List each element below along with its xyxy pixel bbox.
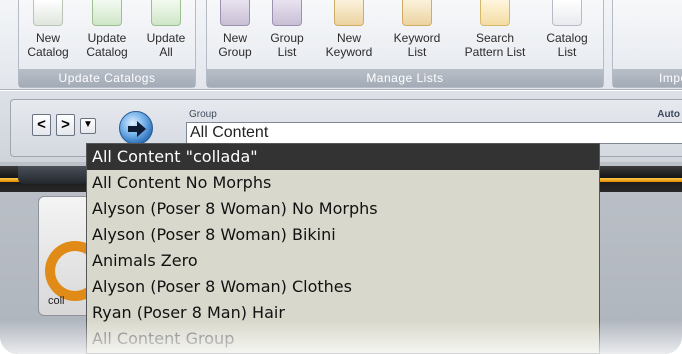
search-pattern-list-button[interactable]: Search Pattern List [453,0,537,70]
keyword-list-button[interactable]: Keyword List [385,0,449,70]
catalog-list-line2: List [557,45,577,59]
chevron-down-icon: ▼ [83,119,93,130]
dropdown-toggle-button[interactable]: ▼ [80,118,96,134]
list-item[interactable]: Animals Zero [87,248,599,274]
manage-lists-label: Manage Lists [207,69,603,87]
import-group-label: Impo [613,69,682,87]
new-catalog-icon [33,0,63,26]
update-all-icon [151,0,181,26]
manage-lists-group: New Group Group List New Keyword Keyword… [206,0,604,88]
catalog-list-line1: Catalog [546,31,588,45]
group-list-line1: Group [270,31,304,45]
group-list-icon [272,0,302,26]
keyword-list-line1: Keyword [393,31,441,45]
keyword-list-line2: List [407,45,427,59]
back-button[interactable]: < [32,114,51,136]
ribbon: New Catalog Update Catalog Update All Up… [0,0,682,90]
update-catalogs-label: Update Catalogs [19,69,195,87]
new-catalog-button[interactable]: New Catalog [23,0,73,70]
list-item[interactable]: Alyson (Poser 8 Woman) Clothes [87,274,599,300]
forward-button[interactable]: > [56,114,75,136]
new-group-button[interactable]: New Group [213,0,257,70]
go-arrow-icon[interactable] [119,111,153,145]
auto-caption: Auto [657,109,680,120]
tab-nub[interactable] [18,166,88,184]
thumbnail-label: coll [48,295,65,307]
update-catalog-button[interactable]: Update Catalog [79,0,135,70]
new-group-icon [220,0,250,26]
new-group-line2: Group [218,45,252,59]
new-keyword-button[interactable]: New Keyword [317,0,381,70]
group-caption: Group [189,109,217,120]
list-item[interactable]: All Content Group [87,326,599,352]
update-all-button[interactable]: Update All [139,0,193,70]
new-keyword-line2: Keyword [325,45,373,59]
group-dropdown-list[interactable]: All Content "collada" All Content No Mor… [86,143,600,354]
update-all-line1: Update [146,31,186,45]
group-list-button[interactable]: Group List [261,0,313,70]
new-catalog-line1: New [35,31,60,45]
app-window: New Catalog Update Catalog Update All Up… [0,0,682,354]
list-item[interactable]: All Content No Morphs [87,170,599,196]
search-pattern-line1: Search [475,31,515,45]
new-keyword-line1: New [336,31,361,45]
new-catalog-line2: Catalog [27,45,69,59]
catalog-list-icon [552,0,582,26]
import-group: Impo [612,0,682,88]
update-catalog-line1: Update [87,31,127,45]
new-keyword-icon [334,0,364,26]
list-item[interactable]: All Content "collada" [87,144,599,170]
search-pattern-icon [480,0,510,26]
list-item[interactable]: Alyson (Poser 8 Woman) No Morphs [87,196,599,222]
new-group-line1: New [222,31,247,45]
update-catalogs-group: New Catalog Update Catalog Update All Up… [18,0,196,88]
update-catalog-line2: Catalog [86,45,128,59]
list-item[interactable]: Alyson (Poser 8 Woman) Bikini [87,222,599,248]
update-catalog-icon [92,0,122,26]
group-list-line2: List [277,45,297,59]
update-all-line2: All [159,45,173,59]
catalog-list-button[interactable]: Catalog List [539,0,595,70]
search-pattern-line2: Pattern List [464,45,526,59]
keyword-list-icon [402,0,432,26]
group-field[interactable]: All Content [186,122,682,144]
list-item[interactable]: Ryan (Poser 8 Man) Hair [87,300,599,326]
